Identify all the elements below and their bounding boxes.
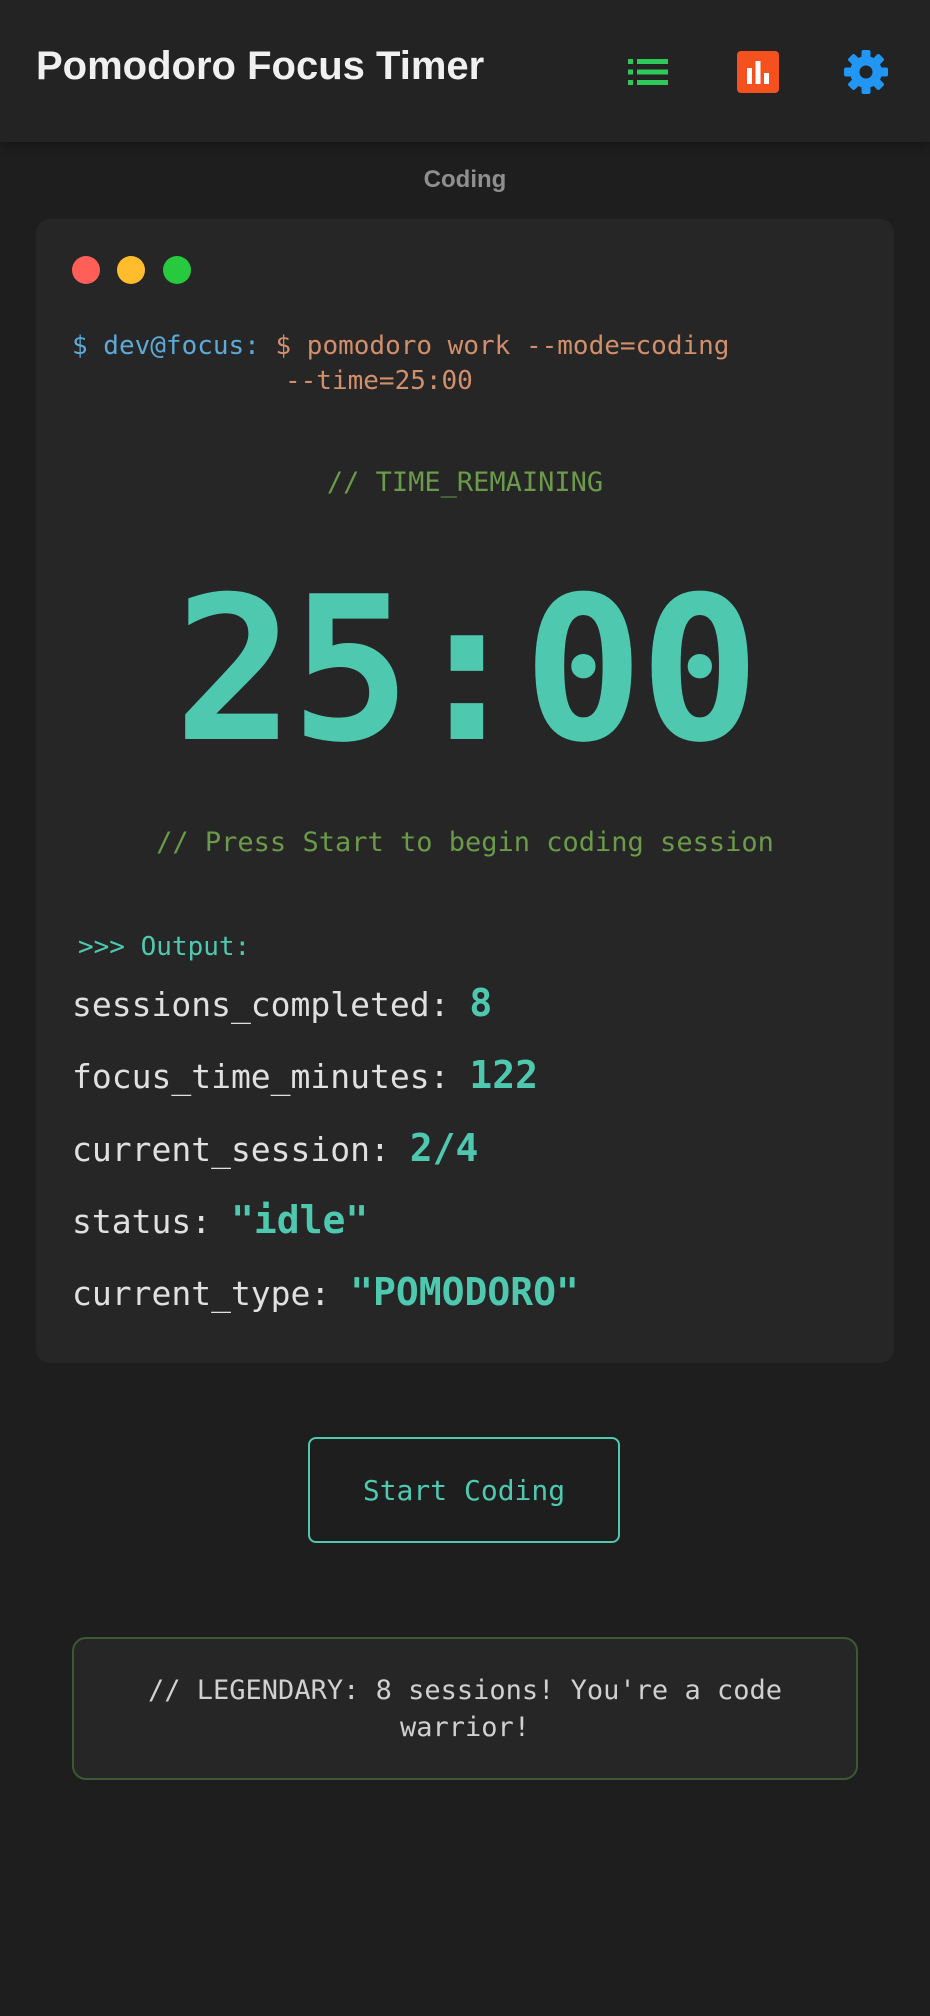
stat-key: current_type: (72, 1274, 331, 1313)
stat-value: "idle" (230, 1198, 369, 1242)
timer-display: 25:00 (173, 554, 760, 787)
stat-key: status: (72, 1202, 212, 1241)
bar-chart-icon[interactable] (734, 48, 782, 96)
output-header: >>> Output: (78, 932, 251, 962)
stat-key: sessions_completed: (72, 985, 450, 1024)
stat-sessions-completed: sessions_completed: 8 (72, 981, 492, 1025)
prompt-command: $ pomodoro work --mode=coding (275, 331, 730, 361)
gear-icon[interactable] (842, 48, 890, 96)
prompt-user: $ dev@focus: (72, 331, 260, 361)
stat-value: "POMODORO" (350, 1270, 579, 1314)
app-bar: Pomodoro Focus Timer (0, 0, 930, 142)
achievement-text: // LEGENDARY: 8 sessions! You're a code … (148, 1674, 782, 1743)
prompt-command-continuation: --time=25:00 (285, 366, 473, 396)
command-prompt: $ dev@focus: $ pomodoro work --mode=codi… (72, 329, 729, 364)
start-coding-button[interactable]: Start Coding (308, 1437, 620, 1543)
time-remaining-comment: // TIME_REMAINING (326, 467, 604, 498)
close-dot (72, 256, 100, 284)
app-title: Pomodoro Focus Timer (36, 44, 485, 88)
maximize-dot (163, 256, 191, 284)
stat-current-session: current_session: 2/4 (72, 1126, 478, 1170)
stat-value: 8 (469, 981, 493, 1025)
stat-focus-time-minutes: focus_time_minutes: 122 (72, 1053, 538, 1097)
mode-label: Coding (423, 166, 507, 193)
stat-key: focus_time_minutes: (72, 1057, 450, 1096)
stat-value: 122 (469, 1053, 539, 1097)
achievement-banner: // LEGENDARY: 8 sessions! You're a code … (72, 1637, 858, 1780)
stat-current-type: current_type: "POMODORO" (72, 1270, 579, 1314)
stat-key: current_session: (72, 1130, 390, 1169)
stat-status: status: "idle" (72, 1198, 368, 1242)
stat-value: 2/4 (409, 1126, 479, 1170)
minimize-dot (117, 256, 145, 284)
list-icon[interactable] (624, 48, 672, 96)
terminal-panel: $ dev@focus: $ pomodoro work --mode=codi… (36, 219, 894, 1363)
start-hint-comment: // Press Start to begin coding session (156, 827, 774, 858)
